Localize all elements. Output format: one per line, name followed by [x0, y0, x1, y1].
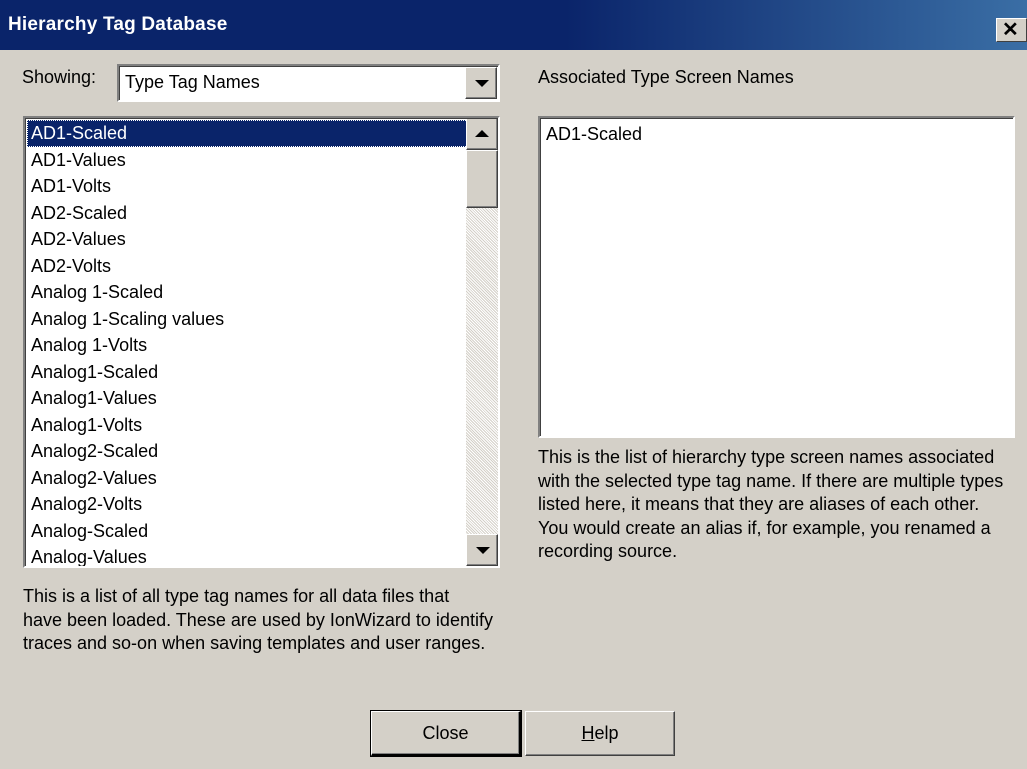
close-button-label: Close: [422, 723, 469, 743]
arrow-down-icon: [476, 547, 490, 554]
list-item[interactable]: Analog-Values: [27, 544, 468, 566]
screen-names-description: This is the list of hierarchy type scree…: [538, 447, 1004, 561]
chevron-down-icon: [475, 80, 489, 87]
list-item[interactable]: Analog2-Values: [27, 465, 468, 492]
list-item[interactable]: Analog1-Values: [27, 385, 468, 412]
list-item[interactable]: Analog2-Volts: [27, 491, 468, 518]
list-item[interactable]: Analog2-Scaled: [27, 438, 468, 465]
showing-label: Showing:: [22, 67, 97, 87]
list-item[interactable]: Analog1-Scaled: [27, 359, 468, 386]
list-item[interactable]: AD1-Volts: [27, 173, 468, 200]
showing-dropdown[interactable]: Type Tag Names: [117, 64, 500, 102]
scroll-down-button[interactable]: [466, 534, 498, 566]
vertical-scrollbar[interactable]: [466, 118, 498, 566]
type-tag-items: AD1-Scaled AD1-Values AD1-Volts AD2-Scaled A…: [27, 120, 468, 566]
list-item[interactable]: Analog 1-Volts: [27, 332, 468, 359]
list-item[interactable]: AD1-Values: [27, 147, 468, 174]
help-button[interactable]: Help: [525, 711, 675, 756]
close-button[interactable]: Close: [370, 710, 522, 757]
dropdown-button[interactable]: [465, 67, 497, 99]
list-item[interactable]: Analog-Scaled: [27, 518, 468, 545]
list-item[interactable]: AD1-Scaled: [546, 124, 642, 145]
showing-dropdown-value: Type Tag Names: [125, 72, 260, 92]
type-tag-list[interactable]: AD1-Scaled AD1-Values AD1-Volts AD2-Scaled A…: [23, 116, 500, 568]
close-window-button[interactable]: ✕: [996, 18, 1027, 42]
list-item[interactable]: Analog 1-Scaling values: [27, 306, 468, 333]
list-item[interactable]: AD2-Scaled: [27, 200, 468, 227]
scroll-up-button[interactable]: [466, 118, 498, 150]
arrow-up-icon: [475, 130, 489, 137]
close-icon: ✕: [1002, 19, 1019, 41]
list-item[interactable]: Analog1-Volts: [27, 412, 468, 439]
window-title: Hierarchy Tag Database: [8, 14, 228, 35]
list-item[interactable]: Analog 1-Scaled: [27, 279, 468, 306]
help-button-label: Help: [581, 723, 619, 743]
list-item[interactable]: AD2-Volts: [27, 253, 468, 280]
list-item[interactable]: AD2-Values: [27, 226, 468, 253]
type-list-description: This is a list of all type tag names for…: [23, 586, 493, 653]
scroll-thumb[interactable]: [466, 150, 498, 208]
screen-names-label: Associated Type Screen Names: [538, 67, 794, 87]
title-bar[interactable]: Hierarchy Tag Database ✕: [0, 0, 1027, 50]
list-item[interactable]: AD1-Scaled: [27, 120, 468, 147]
screen-names-list[interactable]: AD1-Scaled: [538, 116, 1015, 438]
dialog-window: Hierarchy Tag Database ✕ Showing: Type T…: [0, 0, 1027, 769]
